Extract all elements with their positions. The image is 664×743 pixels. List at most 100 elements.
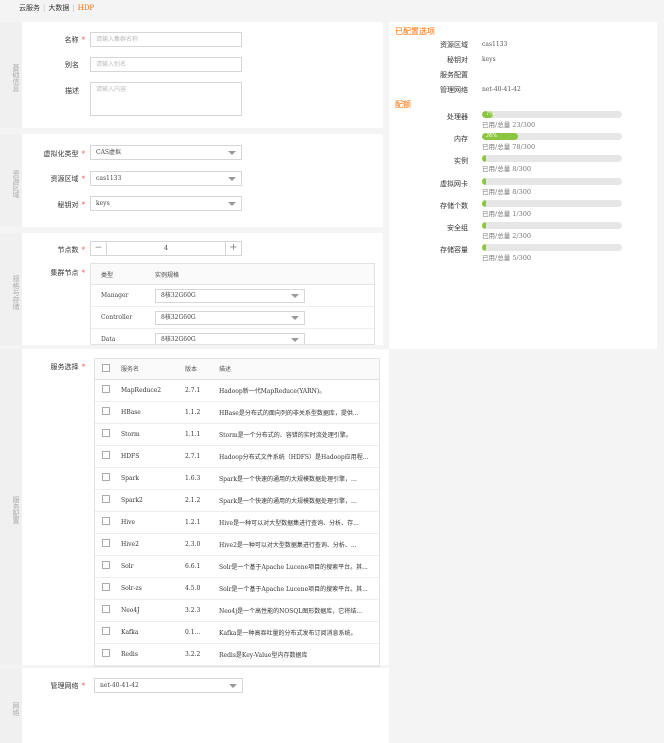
quota-percent: 26% — [486, 133, 498, 140]
instance-spec-select[interactable]: 8核32G60G — [155, 333, 305, 344]
table-row[interactable]: Hive2 2.3.0 Hive2是一种可以对大型数据集进行查询、分析、... — [95, 533, 379, 556]
table-row[interactable]: Storm 1.1.1 Storm是一个分布式的、容错的实时流处理引擎。 — [95, 423, 379, 446]
node-count-stepper[interactable]: − 4 + — [90, 241, 242, 256]
quota-meter: 已用/总量 8/300 — [482, 177, 622, 196]
service-description: Storm是一个分布式的、容错的实时流处理引擎。 — [219, 423, 379, 446]
cluster-nodes-label: 集群节点 * — [50, 269, 86, 277]
chevron-down-icon — [291, 316, 299, 320]
increment-button[interactable]: + — [225, 242, 241, 255]
alias-label: 别名 — [65, 61, 79, 69]
quota-meter: 已用/总量 2/300 — [482, 222, 622, 240]
node-count-value[interactable]: 4 — [107, 242, 225, 255]
description-label: 描述 — [65, 87, 79, 95]
zone-select[interactable]: cas1133 — [90, 171, 242, 186]
service-checkbox[interactable] — [102, 649, 110, 657]
decrement-button[interactable]: − — [91, 242, 107, 255]
service-select-label: 服务选择 * — [50, 363, 86, 371]
service-description: HBase是分布式的面向列的非关系型数据库，提供... — [219, 401, 379, 424]
table-row[interactable]: MapReduce2 2.7.1 Hadoop新一代MapReduce(YARN)。 — [95, 379, 379, 402]
service-checkbox[interactable] — [102, 495, 110, 503]
col-version: 版本 — [185, 359, 219, 380]
table-row[interactable]: HDFS 2.7.1 Hadoop分布式文件系统（HDFS）是Hadoop应用程..… — [95, 445, 379, 468]
network-select[interactable]: net-40-41-42 — [94, 678, 243, 693]
summary-title: 已配置选项 — [395, 27, 435, 36]
quota-meter: 26% 已用/总量 78/300 — [482, 133, 622, 151]
table-row[interactable]: Solr-zs 4.5.0 Solr是一个基于Apache Lucene项目的搜索平… — [95, 577, 379, 600]
service-name: HDFS — [121, 445, 185, 468]
chevron-down-icon — [228, 177, 236, 181]
service-checkbox[interactable] — [102, 429, 110, 437]
table-row[interactable]: Redis 3.2.2 Redis是Key-Value型内存数据库 — [95, 643, 379, 666]
table-row[interactable]: Kafka 0.1... Kafka是一种高吞吐量的分布式发布订阅消息系统。 — [95, 621, 379, 644]
table-row[interactable]: Spark2 2.1.2 Spark是一个快速的通用的大规模数据处理引擎，... — [95, 489, 379, 512]
cluster-node-table: 类型 实例规格 Manager 8核32G60G Controller 8核32G60… — [90, 263, 375, 345]
service-checkbox[interactable] — [102, 451, 110, 459]
alias-input[interactable]: 请输入别名 — [90, 57, 242, 72]
quota-progress-fill — [482, 155, 486, 163]
keypair-select[interactable]: keys — [90, 196, 242, 211]
instance-spec-select[interactable]: 8核32G60G — [155, 311, 305, 325]
quota-progress-fill — [482, 199, 486, 207]
name-input[interactable]: 请输入集群名称 — [90, 32, 242, 47]
service-description: Hadoop新一代MapReduce(YARN)。 — [219, 379, 379, 402]
section-label-network: 网络 — [0, 668, 22, 743]
quota-meter: 已用/总量 8/300 — [482, 155, 622, 173]
quota-usage-text: 已用/总量 23/300 — [482, 121, 536, 129]
service-checkbox[interactable] — [102, 539, 110, 547]
service-checkbox[interactable] — [102, 561, 110, 569]
service-checkbox[interactable] — [102, 473, 110, 481]
network-section: 网络 管理网络 * net-40-41-42 — [0, 668, 389, 743]
service-name: Hive — [121, 511, 185, 534]
table-row[interactable]: Spark 1.6.3 Spark是一个快速的通用的大规模数据处理引擎，... — [95, 467, 379, 490]
service-name: HBase — [121, 401, 185, 424]
service-checkbox[interactable] — [102, 517, 110, 525]
spec-section: 规格与存储 节点数 * − 4 + 集群节点 * 类型 实例规格 Manager 8核… — [0, 233, 383, 345]
description-textarea[interactable]: 请输入内容 — [90, 82, 242, 116]
service-version: 1.2.1 — [185, 511, 219, 534]
service-description: Spark是一个快速的通用的大规模数据处理引擎，... — [219, 489, 379, 512]
zone-label: 资源区域 * — [50, 175, 86, 183]
quota-label: 存储个数 — [440, 201, 468, 210]
virtualization-type-select[interactable]: CAS虚拟 — [90, 145, 242, 160]
table-row[interactable]: Neo4J 3.2.3 Neo4j是一个高性能的NOSQL图形数据库，它将结... — [95, 599, 379, 622]
service-version: 2.1.2 — [185, 489, 219, 512]
service-name: MapReduce2 — [121, 379, 185, 402]
quota-label: 处理器 — [447, 113, 468, 121]
section-label-spec: 规格与存储 — [0, 233, 22, 345]
node-type: Data — [101, 336, 116, 343]
basic-info-section: 基础信息 名称 * 请输入集群名称 别名 请输入别名 描述 请输入内容 — [0, 22, 383, 128]
service-name: Solr — [121, 555, 185, 578]
quota-usage-text: 已用/总量 2/300 — [482, 232, 531, 240]
service-checkbox[interactable] — [102, 627, 110, 635]
service-checkbox[interactable] — [102, 583, 110, 591]
service-version: 1.1.1 — [185, 423, 219, 446]
service-name: Hive2 — [121, 533, 185, 556]
network-label: 管理网络 * — [50, 682, 86, 690]
service-name: Spark2 — [121, 489, 185, 512]
breadcrumb-item-cloud[interactable]: 云服务 — [19, 4, 40, 12]
table-row[interactable]: Solr 6.6.1 Solr是一个基于Apache Lucene项目的搜索平台。其… — [95, 555, 379, 578]
node-count-label: 节点数 * — [57, 246, 86, 254]
table-row[interactable]: HBase 1.1.2 HBase是分布式的面向列的非关系型数据库，提供... — [95, 401, 379, 424]
table-row[interactable]: Hive 1.2.1 Hive是一种可以对大型数据集进行查询、分析、存... — [95, 511, 379, 534]
service-checkbox[interactable] — [102, 605, 110, 613]
service-description: Solr是一个基于Apache Lucene项目的搜索平台。其... — [219, 577, 379, 600]
service-version: 2.7.1 — [185, 445, 219, 468]
chevron-down-icon — [228, 151, 236, 155]
quota-label: 虚拟网卡 — [440, 179, 468, 188]
breadcrumb-separator: | — [43, 4, 46, 12]
breadcrumb-separator: | — [72, 4, 75, 12]
breadcrumb-item-bigdata[interactable]: 大数据 — [48, 4, 69, 12]
section-label-service: 服务配置 — [0, 349, 22, 665]
instance-spec-select[interactable]: 8核32G60G — [155, 289, 305, 303]
select-all-checkbox[interactable] — [102, 363, 110, 372]
chevron-down-icon — [228, 202, 236, 206]
service-checkbox[interactable] — [102, 385, 110, 393]
summary-key: 资源区域 — [440, 41, 468, 49]
service-checkbox[interactable] — [102, 407, 110, 415]
quota-title: 配额 — [395, 100, 411, 109]
table-row: Controller 8核32G60G — [91, 307, 374, 329]
quota-progress-bar — [482, 177, 622, 185]
quota-usage-text: 已用/总量 8/300 — [482, 187, 531, 196]
quota-progress-bar — [482, 155, 622, 163]
